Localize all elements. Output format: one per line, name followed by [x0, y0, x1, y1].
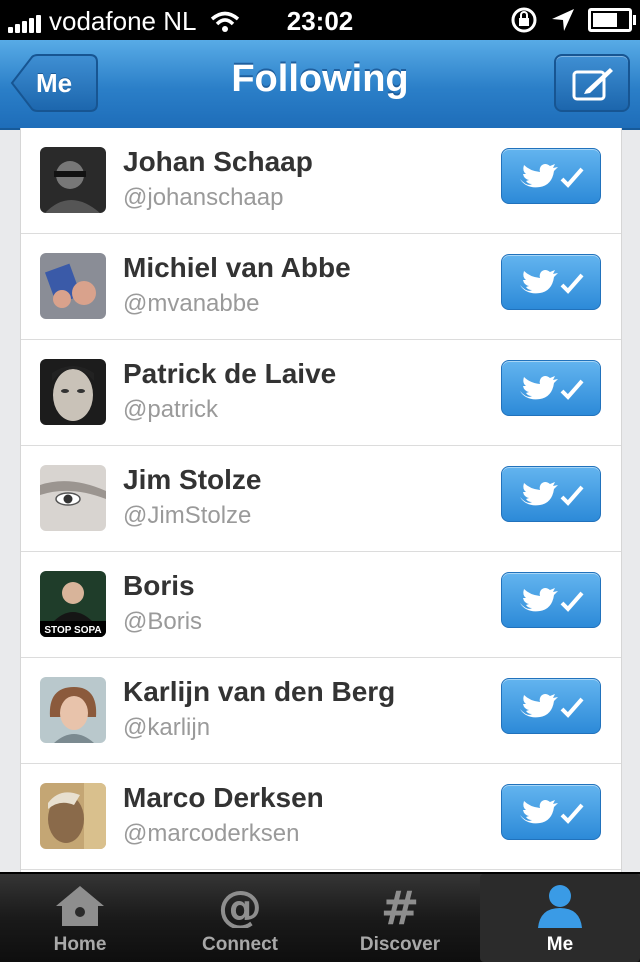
house-icon	[56, 886, 104, 926]
status-icons	[510, 6, 636, 34]
twitter-bird-check-icon	[520, 376, 584, 400]
tab-label: Connect	[202, 934, 278, 955]
location-arrow-icon	[552, 9, 574, 31]
avatar	[40, 783, 106, 849]
list-item[interactable]: Jim Stolze @JimStolze	[21, 446, 621, 552]
at-icon: @	[218, 882, 262, 928]
user-handle: @karlijn	[123, 714, 211, 741]
twitter-bird-check-icon	[520, 164, 584, 188]
list-item[interactable]: Johan Schaap @johanschaap	[21, 128, 621, 234]
user-handle: @marcoderksen	[123, 820, 300, 847]
user-handle: @johanschaap	[123, 184, 284, 211]
avatar	[40, 253, 106, 319]
user-name: Karlijn van den Berg	[123, 676, 396, 707]
tab-label: Home	[53, 934, 107, 955]
svg-text:#: #	[381, 882, 420, 928]
following-toggle-button[interactable]	[501, 572, 601, 628]
following-toggle-button[interactable]	[501, 360, 601, 416]
twitter-bird-check-icon	[520, 694, 584, 718]
user-name: Michiel van Abbe	[123, 252, 351, 283]
list-item[interactable]: Marco Derksen @marcoderksen	[21, 764, 621, 870]
user-name: Boris	[123, 570, 195, 601]
tab-label: Discover	[359, 934, 441, 955]
avatar	[40, 359, 106, 425]
compose-button[interactable]	[554, 54, 630, 112]
person-icon	[538, 885, 582, 928]
tab-me[interactable]: Me	[480, 874, 640, 962]
twitter-bird-check-icon	[520, 482, 584, 506]
user-handle: @mvanabbe	[123, 290, 260, 317]
avatar: STOP SOPA	[40, 571, 106, 637]
following-toggle-button[interactable]	[501, 148, 601, 204]
twitter-bird-check-icon	[520, 588, 584, 612]
list-item[interactable]: Patrick de Laive @patrick	[21, 340, 621, 446]
user-name: Jim Stolze	[123, 464, 262, 495]
twitter-bird-check-icon	[520, 270, 584, 294]
following-toggle-button[interactable]	[501, 784, 601, 840]
user-name: Marco Derksen	[123, 782, 324, 813]
user-handle: @patrick	[123, 396, 219, 423]
following-toggle-button[interactable]	[501, 678, 601, 734]
avatar	[40, 147, 106, 213]
rotation-lock-icon	[511, 7, 537, 33]
tab-home[interactable]: Home	[0, 874, 160, 962]
user-name: Johan Schaap	[123, 146, 313, 177]
navigation-bar: Me Following	[0, 40, 640, 130]
user-handle: @Boris	[123, 608, 203, 635]
tab-label: Me	[546, 934, 574, 955]
hash-icon: #	[381, 882, 420, 928]
tab-bar: Home @ Connect # Discover Me	[0, 872, 640, 962]
user-handle: @JimStolze	[123, 502, 252, 529]
list-item[interactable]: STOP SOPA Boris @Boris	[21, 552, 621, 658]
compose-icon	[572, 68, 613, 101]
following-list: Johan Schaap @johanschaap Michiel van Ab…	[20, 128, 622, 872]
following-toggle-button[interactable]	[501, 466, 601, 522]
list-item[interactable]: Michiel van Abbe @mvanabbe	[21, 234, 621, 340]
twitter-bird-check-icon	[520, 800, 584, 824]
user-name: Patrick de Laive	[123, 358, 337, 389]
tab-discover[interactable]: # Discover	[320, 874, 480, 962]
list-item[interactable]: Karlijn van den Berg @karlijn	[21, 658, 621, 764]
status-bar: vodafone NL 23:02	[0, 0, 640, 40]
svg-text:@: @	[218, 882, 262, 928]
page-title: Following	[231, 58, 409, 100]
avatar-caption: STOP SOPA	[44, 625, 101, 636]
avatar	[40, 677, 106, 743]
following-toggle-button[interactable]	[501, 254, 601, 310]
avatar	[40, 465, 106, 531]
tab-connect[interactable]: @ Connect	[160, 874, 320, 962]
battery-icon	[588, 8, 636, 32]
